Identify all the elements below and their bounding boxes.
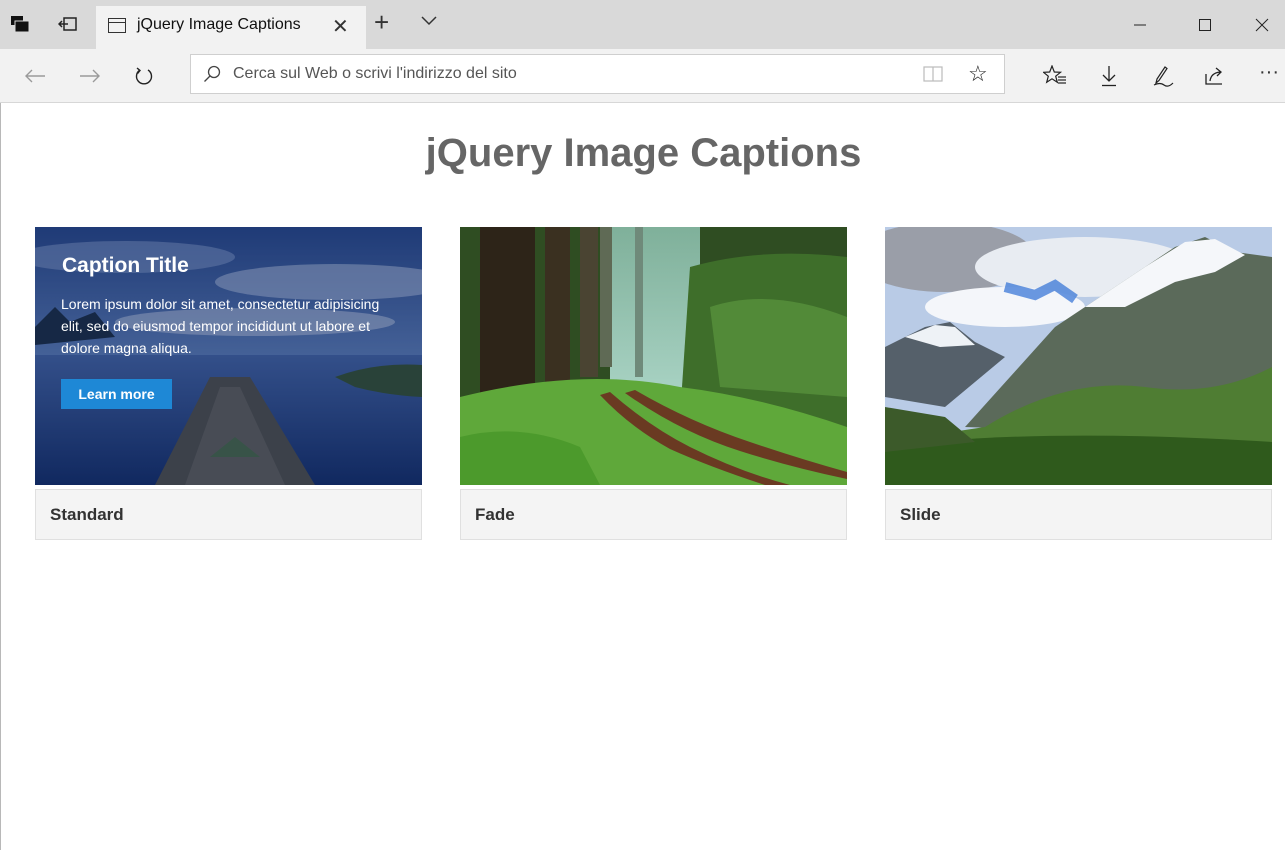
- maximize-icon[interactable]: [1182, 0, 1228, 49]
- tab-title: jQuery Image Captions: [137, 16, 301, 33]
- favorite-star-icon[interactable]: ☆: [968, 61, 988, 87]
- card-slide[interactable]: Slide: [885, 227, 1272, 540]
- page-title: jQuery Image Captions: [425, 131, 862, 175]
- forest-path-image: [460, 227, 847, 485]
- card-label-box: Standard: [35, 489, 422, 540]
- card-label-box: Fade: [460, 489, 847, 540]
- learn-more-button[interactable]: Learn more: [61, 379, 172, 409]
- card-label: Fade: [475, 505, 515, 524]
- reading-view-icon[interactable]: [923, 65, 943, 88]
- minimize-icon[interactable]: [1117, 0, 1163, 49]
- forward-arrow-icon[interactable]: [76, 62, 104, 90]
- navigation-bar: Cerca sul Web o scrivi l'indirizzo del s…: [0, 49, 1285, 103]
- tab-active[interactable]: jQuery Image Captions ✕: [96, 6, 366, 49]
- caption-title: Caption Title: [62, 254, 189, 277]
- card-label: Slide: [900, 505, 941, 524]
- set-aside-tabs-icon[interactable]: [56, 12, 80, 36]
- address-placeholder: Cerca sul Web o scrivi l'indirizzo del s…: [233, 65, 517, 82]
- search-icon: [203, 65, 221, 88]
- web-note-pen-icon[interactable]: [1150, 63, 1176, 89]
- caption-overlay: Caption Title Lorem ipsum dolor sit amet…: [35, 227, 422, 485]
- card-fade[interactable]: Fade: [460, 227, 847, 540]
- card-standard[interactable]: Caption Title Lorem ipsum dolor sit amet…: [35, 227, 422, 540]
- refresh-icon[interactable]: [130, 62, 158, 90]
- tab-manager-icon[interactable]: [8, 12, 32, 36]
- download-icon[interactable]: [1096, 63, 1122, 89]
- card-label-box: Slide: [885, 489, 1272, 540]
- close-tab-icon[interactable]: ✕: [332, 14, 349, 39]
- back-arrow-icon[interactable]: [21, 62, 49, 90]
- address-bar[interactable]: Cerca sul Web o scrivi l'indirizzo del s…: [190, 54, 1005, 94]
- card-label: Standard: [50, 505, 124, 524]
- more-options-icon[interactable]: ···: [1256, 59, 1282, 85]
- mountain-valley-image: [885, 227, 1272, 485]
- new-tab-icon[interactable]: +: [374, 9, 389, 35]
- close-window-icon[interactable]: [1239, 0, 1285, 49]
- page-content: jQuery Image Captions Caption Title Lore…: [0, 103, 1285, 850]
- page-icon: [108, 18, 126, 33]
- chevron-down-icon[interactable]: [420, 13, 438, 31]
- caption-text: Lorem ipsum dolor sit amet, consectetur …: [61, 296, 380, 356]
- title-bar: jQuery Image Captions ✕ +: [0, 0, 1285, 49]
- share-icon[interactable]: [1202, 63, 1228, 89]
- favorites-hub-icon[interactable]: [1042, 63, 1068, 89]
